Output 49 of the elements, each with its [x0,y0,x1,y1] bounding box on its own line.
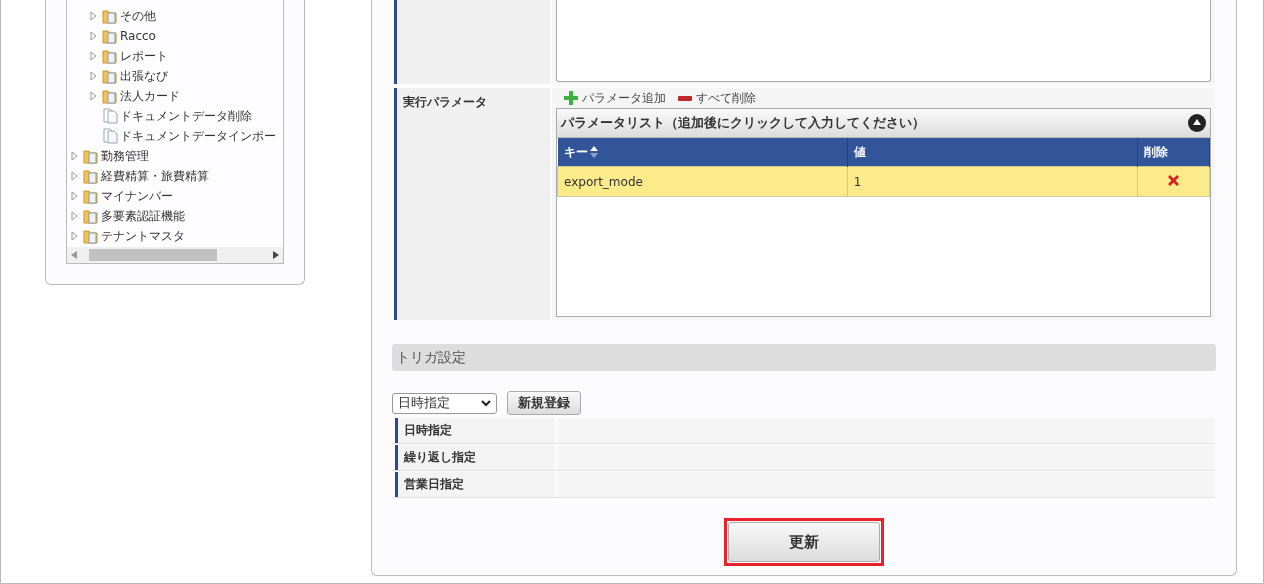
add-parameter-button[interactable]: パラメータ追加 [564,89,666,107]
tree-item[interactable]: 勤務管理 [101,147,149,165]
tree-item[interactable]: ドキュメントデータ削除 [120,107,252,125]
form-label: 営業日指定 [395,472,555,497]
folder-icon [102,88,118,104]
document-icon [102,108,118,124]
column-header[interactable]: キー [557,138,848,167]
minus-icon [678,95,692,101]
folder-icon [83,208,99,224]
sort-icon[interactable] [589,145,598,159]
scroll-right-icon[interactable] [273,251,279,259]
form-label: 日時指定 [395,418,555,443]
section-header: トリガ設定 [392,344,1216,371]
table-cell: 1 [847,166,1138,197]
scroll-left-icon[interactable] [71,251,77,259]
form-label: 繰り返し指定 [395,445,555,470]
column-header[interactable]: 値 [847,138,1138,167]
folder-icon [83,228,99,244]
delete-all-button[interactable]: すべて削除 [678,89,756,107]
tree-item[interactable]: 経費精算・旅費精算 [101,167,209,185]
trigger-type-select[interactable]: 日時指定 [392,392,497,414]
folder-icon [102,28,118,44]
folder-icon [102,68,118,84]
tree-item[interactable]: レポート [120,47,168,65]
folder-icon [102,8,118,24]
tree-item[interactable]: マイナンバー [101,187,173,205]
tree-item[interactable]: 多要素認証機能 [101,207,185,225]
plus-icon [564,91,578,105]
folder-icon [83,168,99,184]
horizontal-scrollbar[interactable] [67,247,283,263]
column-header[interactable]: 削除 [1137,138,1210,167]
folder-icon [102,48,118,64]
register-button[interactable]: 新規登録 [507,391,581,415]
document-icon [102,128,118,144]
tree-item[interactable]: ドキュメントデータインポー [120,127,276,145]
tree-item[interactable]: その他 [120,7,156,25]
delete-icon[interactable] [1166,173,1180,187]
tree-item[interactable]: 出張なび [120,67,168,85]
tree-item[interactable]: テナントマスタ [101,227,185,245]
tree-item[interactable]: Racco [120,29,156,43]
table-cell: export_mode [557,166,848,197]
list-title: パラメータリスト（追加後にクリックして入力してください） [561,114,925,132]
collapse-icon[interactable] [1188,114,1206,132]
text-area[interactable] [556,0,1211,82]
folder-icon [83,148,99,164]
form-label: 実行パラメータ [394,88,550,320]
tree-item[interactable]: 法人カード [120,87,180,105]
update-button[interactable]: 更新 [728,522,880,562]
folder-icon [83,188,99,204]
